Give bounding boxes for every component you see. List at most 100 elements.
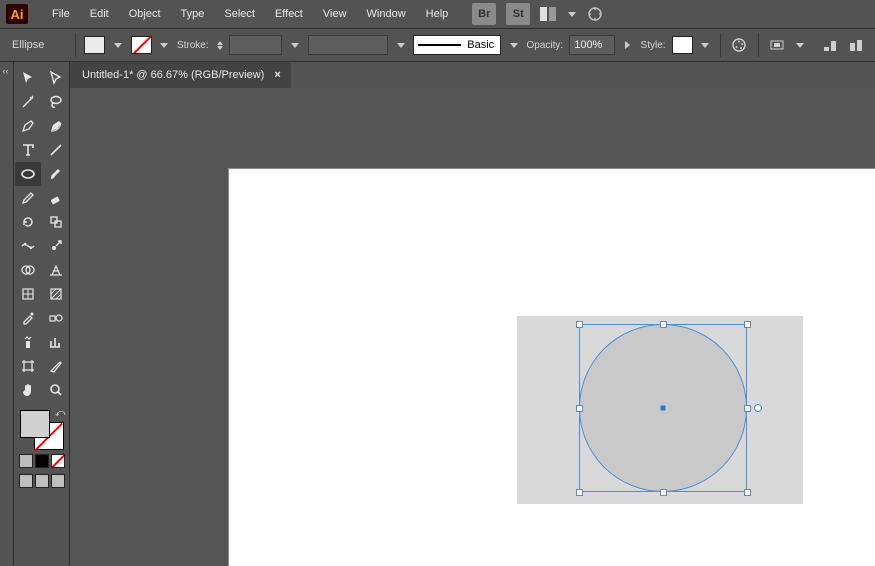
draw-mode-row bbox=[16, 474, 67, 488]
resize-handle[interactable] bbox=[744, 321, 751, 328]
main-frame: ‹‹ ⤺ Untitled-1* @ 66.67% (RGB/Preview) … bbox=[0, 62, 875, 566]
tool-pen[interactable] bbox=[15, 114, 41, 138]
menubar: Ai File Edit Object Type Select Effect V… bbox=[0, 0, 875, 28]
menu-view[interactable]: View bbox=[313, 0, 357, 28]
tool-magic-wand[interactable] bbox=[15, 90, 41, 114]
tool-selection[interactable] bbox=[15, 66, 41, 90]
style-label: Style: bbox=[641, 40, 666, 51]
menu-effect[interactable]: Effect bbox=[265, 0, 313, 28]
tool-column-graph[interactable] bbox=[43, 330, 69, 354]
tool-blend[interactable] bbox=[43, 306, 69, 330]
tool-symbol-sprayer[interactable] bbox=[15, 330, 41, 354]
menu-select[interactable]: Select bbox=[214, 0, 265, 28]
style-dd[interactable] bbox=[699, 36, 712, 54]
tab-close-icon[interactable]: × bbox=[274, 69, 280, 81]
tool-mesh[interactable] bbox=[15, 282, 41, 306]
rotate-handle[interactable] bbox=[754, 404, 762, 412]
stroke-weight-dd[interactable] bbox=[288, 36, 301, 54]
fill-dropdown[interactable] bbox=[111, 36, 124, 54]
draw-normal[interactable] bbox=[19, 474, 33, 488]
stroke-swatch[interactable] bbox=[131, 36, 152, 54]
tool-hand[interactable] bbox=[15, 378, 41, 402]
bridge-icon[interactable]: Br bbox=[472, 3, 496, 25]
canvas-stage[interactable] bbox=[70, 88, 875, 566]
stroke-weight-field[interactable] bbox=[229, 35, 283, 55]
chevron-down-icon[interactable] bbox=[568, 12, 576, 17]
opacity-dd[interactable] bbox=[621, 36, 634, 54]
tool-pencil[interactable] bbox=[15, 186, 41, 210]
resize-handle[interactable] bbox=[744, 489, 751, 496]
align-dd[interactable] bbox=[794, 36, 807, 54]
tool-gradient[interactable] bbox=[43, 282, 69, 306]
tool-shape-builder[interactable] bbox=[15, 258, 41, 282]
tool-ellipse[interactable] bbox=[15, 162, 41, 186]
tool-perspective[interactable] bbox=[43, 258, 69, 282]
tool-lasso[interactable] bbox=[43, 90, 69, 114]
selection-bounding-box[interactable] bbox=[579, 324, 747, 492]
tool-panel: ⤺ bbox=[14, 62, 70, 566]
transform-x-icon[interactable] bbox=[819, 34, 840, 56]
brush-dd[interactable] bbox=[507, 36, 520, 54]
draw-behind[interactable] bbox=[35, 474, 49, 488]
fill-swatch[interactable] bbox=[84, 36, 105, 54]
arrange-docs-icon[interactable] bbox=[540, 7, 558, 21]
menu-window[interactable]: Window bbox=[357, 0, 416, 28]
brush-line-icon bbox=[418, 44, 461, 46]
tab-row: Untitled-1* @ 66.67% (RGB/Preview) × bbox=[70, 62, 875, 88]
tool-eraser[interactable] bbox=[43, 186, 69, 210]
gpu-icon[interactable] bbox=[586, 5, 604, 23]
document-tab[interactable]: Untitled-1* @ 66.67% (RGB/Preview) × bbox=[70, 62, 291, 88]
tool-free-transform[interactable] bbox=[43, 234, 69, 258]
brush-label: Basic bbox=[467, 39, 494, 51]
resize-handle[interactable] bbox=[576, 405, 583, 412]
recolor-icon[interactable] bbox=[729, 34, 750, 56]
draw-inside[interactable] bbox=[51, 474, 65, 488]
resize-handle[interactable] bbox=[660, 321, 667, 328]
tool-line[interactable] bbox=[43, 138, 69, 162]
swap-fill-stroke-icon[interactable]: ⤺ bbox=[55, 408, 66, 419]
color-mode-gradient[interactable] bbox=[35, 454, 49, 468]
fill-stroke-control[interactable]: ⤺ bbox=[20, 410, 64, 450]
resize-handle[interactable] bbox=[576, 321, 583, 328]
resize-handle[interactable] bbox=[576, 489, 583, 496]
var-width-dd[interactable] bbox=[394, 36, 407, 54]
brush-definition[interactable]: Basic bbox=[413, 35, 501, 55]
active-tool-label: Ellipse bbox=[8, 39, 67, 51]
tool-type[interactable] bbox=[15, 138, 41, 162]
menubar-right: Br St bbox=[472, 3, 604, 25]
align-panel-icon[interactable] bbox=[767, 34, 788, 56]
tool-direct-selection[interactable] bbox=[43, 66, 69, 90]
stroke-weight-stepper[interactable] bbox=[217, 41, 223, 50]
menu-edit[interactable]: Edit bbox=[80, 0, 119, 28]
opacity-label: Opacity: bbox=[527, 40, 564, 51]
resize-handle[interactable] bbox=[660, 489, 667, 496]
var-width-profile[interactable] bbox=[308, 35, 388, 55]
tool-width[interactable] bbox=[15, 234, 41, 258]
tool-artboard[interactable] bbox=[15, 354, 41, 378]
opacity-field[interactable]: 100% bbox=[569, 35, 615, 55]
stroke-dropdown[interactable] bbox=[158, 36, 171, 54]
color-mode-row bbox=[16, 454, 67, 468]
tool-eyedropper[interactable] bbox=[15, 306, 41, 330]
options-bar: Ellipse Stroke: Basic Opacity: 100% Styl… bbox=[0, 28, 875, 62]
tool-paintbrush[interactable] bbox=[43, 162, 69, 186]
menu-file[interactable]: File bbox=[42, 0, 80, 28]
menu-type[interactable]: Type bbox=[171, 0, 215, 28]
tool-curvature[interactable] bbox=[43, 114, 69, 138]
menu-help[interactable]: Help bbox=[416, 0, 459, 28]
left-dock-collapse[interactable]: ‹‹ bbox=[0, 62, 14, 566]
tool-scale[interactable] bbox=[43, 210, 69, 234]
stock-icon[interactable]: St bbox=[506, 3, 530, 25]
resize-handle[interactable] bbox=[744, 405, 751, 412]
tab-title: Untitled-1* @ 66.67% (RGB/Preview) bbox=[82, 69, 264, 81]
tool-slice[interactable] bbox=[43, 354, 69, 378]
transform-y-icon[interactable] bbox=[846, 34, 867, 56]
style-swatch[interactable] bbox=[672, 36, 693, 54]
color-mode-normal[interactable] bbox=[19, 454, 33, 468]
menu-object[interactable]: Object bbox=[119, 0, 171, 28]
color-mode-none[interactable] bbox=[51, 454, 65, 468]
tool-zoom[interactable] bbox=[43, 378, 69, 402]
tool-rotate[interactable] bbox=[15, 210, 41, 234]
stroke-weight-label: Stroke: bbox=[177, 40, 209, 51]
default-fill-box[interactable] bbox=[20, 410, 50, 438]
